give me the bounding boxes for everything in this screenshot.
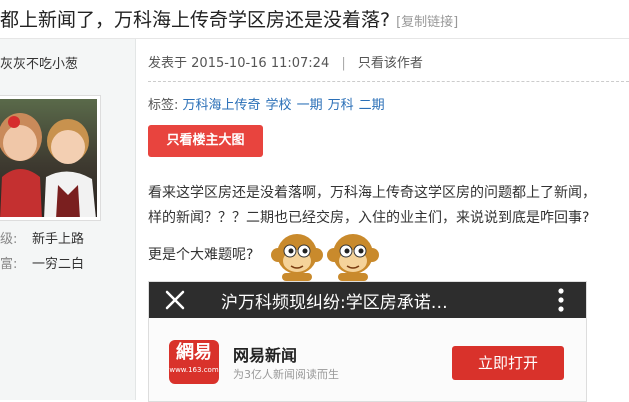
embedded-news-screenshot: 沪万科频现纠纷:学区房承诺… 網易 www.163.com 网易新闻 为3亿人新… <box>148 281 587 402</box>
thread-title-bar: 都上新闻了，万科海上传奇学区房还是没着落? [复制链接] <box>0 0 629 39</box>
tag-link[interactable]: 万科 <box>328 98 354 113</box>
op-only-button[interactable]: 只看楼主大图 <box>148 125 263 157</box>
author-wealth-row: 富: 一穷二白 <box>0 253 84 272</box>
avatar[interactable] <box>0 95 101 221</box>
tags-row: 标签: 万科海上传奇 学校 一期 万科 二期 <box>148 94 390 113</box>
author-only-link[interactable]: 只看该作者 <box>358 56 423 71</box>
tag-link[interactable]: 学校 <box>266 98 292 113</box>
app-slogan: 为3亿人新闻阅读而生 <box>233 368 339 381</box>
netease-logo: 網易 www.163.com <box>169 340 219 384</box>
wealth-value: 一穷二白 <box>32 257 85 272</box>
more-icon <box>558 288 564 312</box>
author-sidebar: 灰灰不吃小葱 级: 新手上路 富: 一穷二白 <box>0 39 136 400</box>
post-meta: 发表于 2015-10-16 11:07:24 | 只看该作者 <box>148 52 423 71</box>
author-name[interactable]: 灰灰不吃小葱 <box>0 53 78 72</box>
tag-link[interactable]: 一期 <box>297 98 323 113</box>
level-label: 级: <box>0 232 18 247</box>
tag-link[interactable]: 二期 <box>359 98 385 113</box>
logo-url: www.163.com <box>169 366 219 374</box>
post-paragraph: 看来这学区房还是没着落啊，万科海上传奇这学区房的问题都上了新闻， <box>148 185 596 201</box>
posted-label: 发表于 <box>148 56 188 71</box>
open-app-button: 立即打开 <box>452 346 564 380</box>
wealth-label: 富: <box>0 257 18 272</box>
tags-label: 标签: <box>148 98 179 113</box>
tag-link[interactable]: 万科海上传奇 <box>183 98 261 113</box>
post-paragraph: 更是个大难题呢? <box>148 247 254 263</box>
thread-title: 都上新闻了，万科海上传奇学区房还是没着落? [复制链接] <box>0 5 458 32</box>
thread-title-text: 都上新闻了，万科海上传奇学区房还是没着落? <box>0 9 391 31</box>
author-level-row: 级: 新手上路 <box>0 228 84 247</box>
embed-top-bar: 沪万科频现纠纷:学区房承诺… <box>149 282 586 318</box>
meta-separator: | <box>341 56 346 71</box>
level-value: 新手上路 <box>32 232 85 247</box>
divider <box>148 81 629 82</box>
posted-time: 2015-10-16 11:07:24 <box>191 56 330 71</box>
app-name: 网易新闻 <box>233 346 298 365</box>
embed-title: 沪万科频现纠纷:学区房承诺… <box>221 293 448 313</box>
monkey-emoji-icon <box>271 234 323 281</box>
app-banner: 網易 www.163.com 网易新闻 为3亿人新闻阅读而生 立即打开 <box>149 318 586 401</box>
monkey-emoji-icon <box>327 234 379 281</box>
logo-text: 網易 <box>176 342 212 363</box>
avatar-image <box>0 99 97 217</box>
avatar-photo-icon <box>0 113 96 217</box>
post-paragraph: 样的新闻？？？二期也已经交房，入住的业主们，来说说到底是咋回事? <box>148 210 590 226</box>
copy-link[interactable]: [复制链接] <box>396 15 458 30</box>
close-icon <box>165 290 185 310</box>
